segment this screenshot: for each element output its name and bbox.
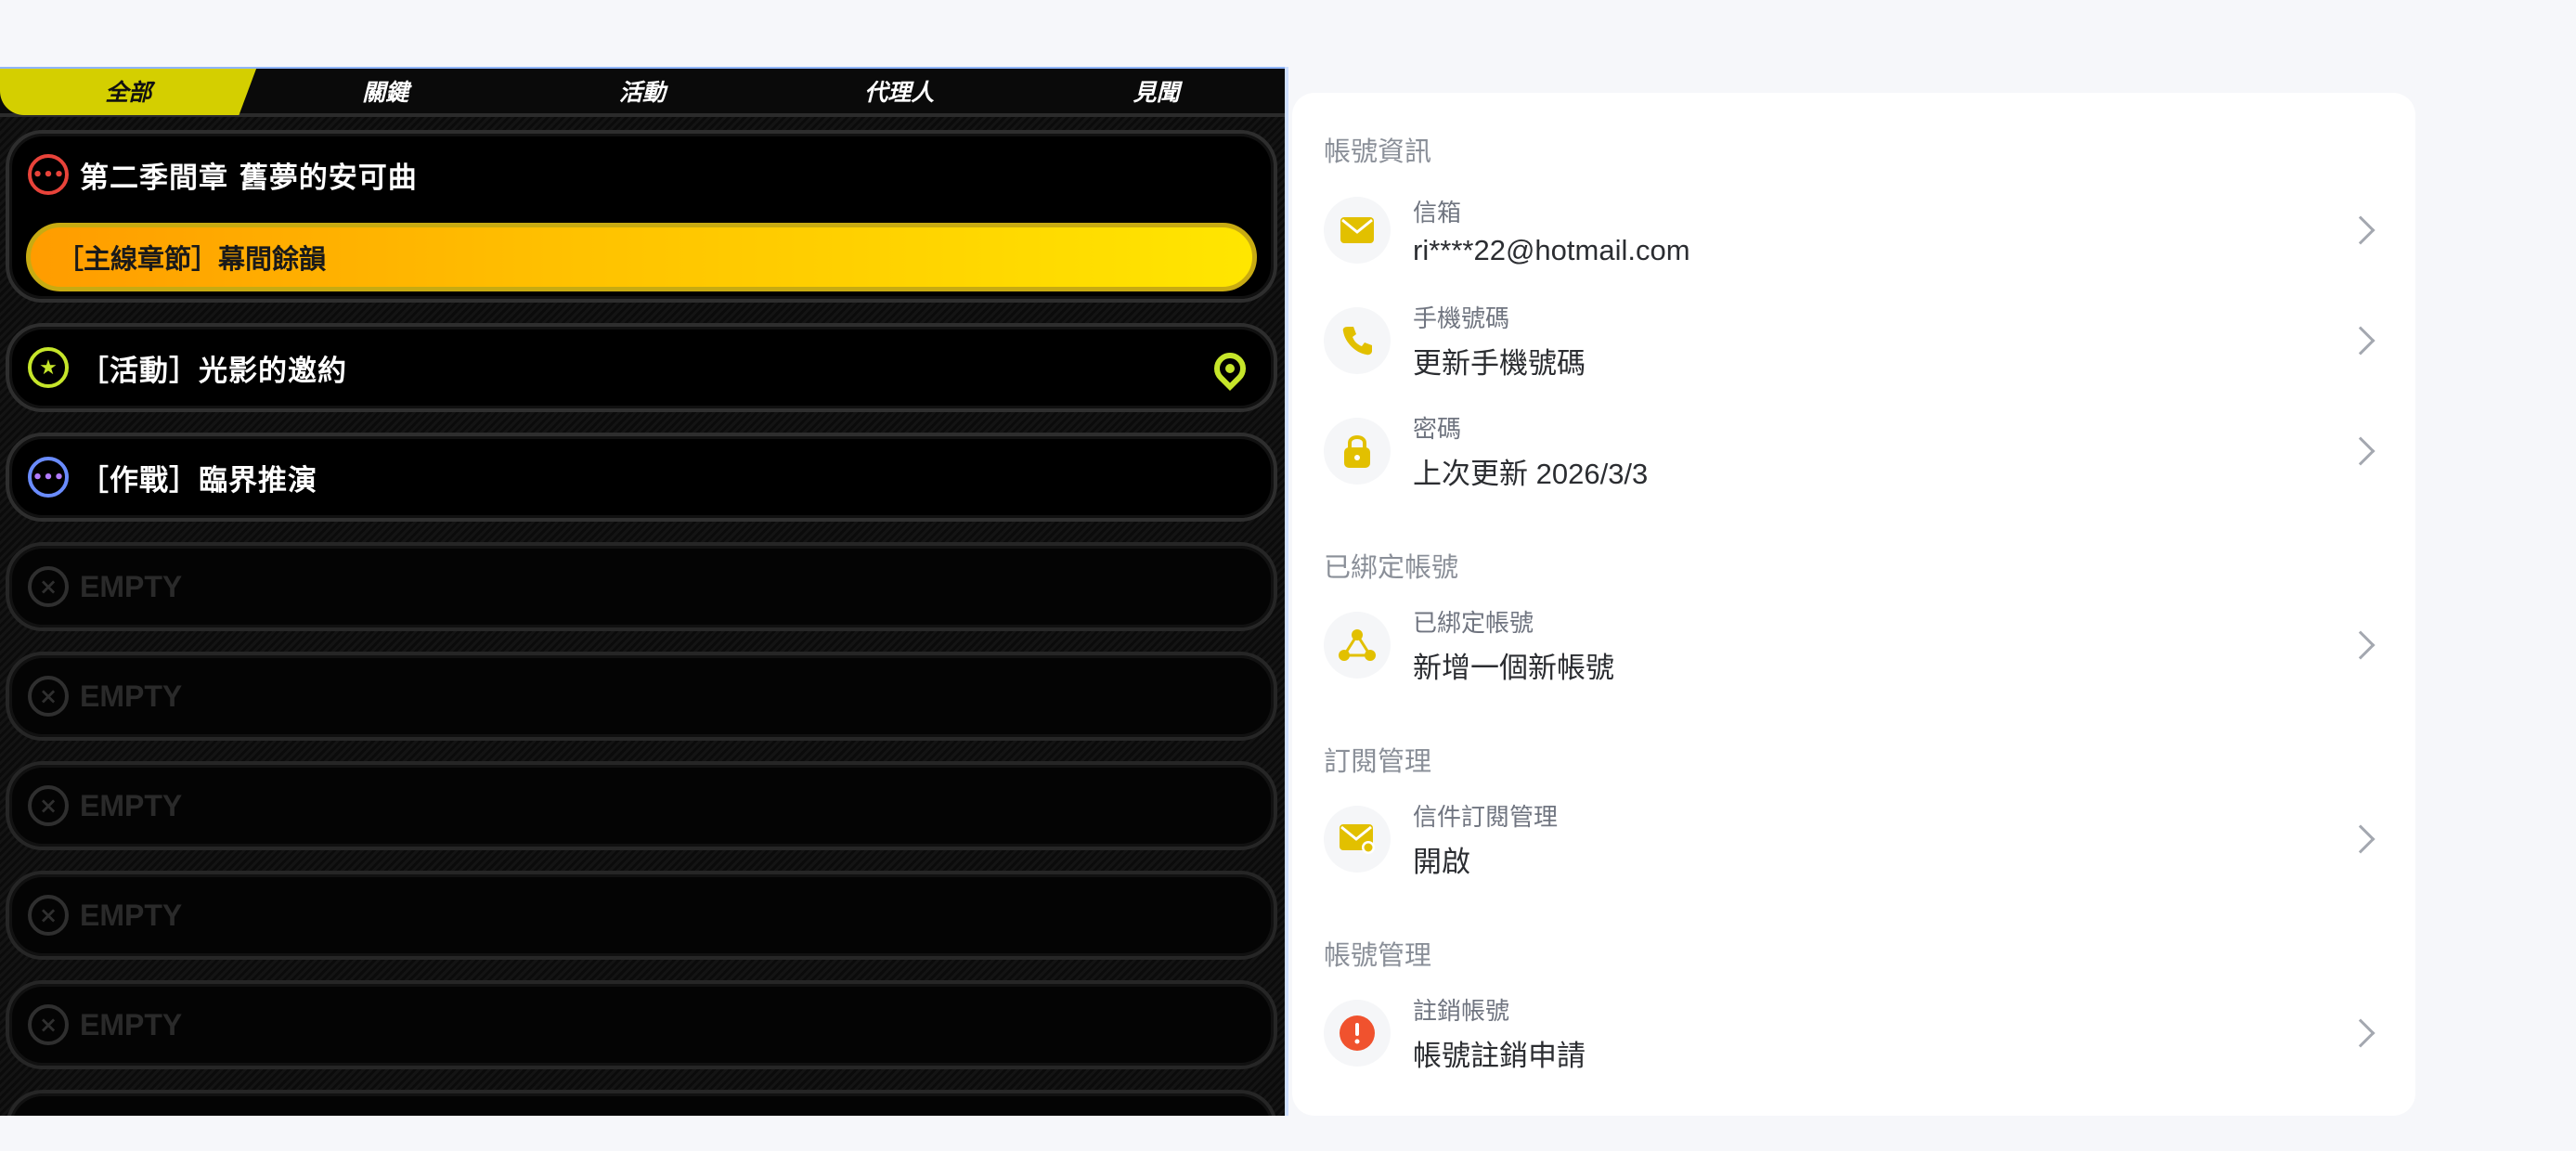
password-row[interactable]: 密碼 上次更新 2026/3/3	[1324, 403, 2388, 499]
quest-slot-partial	[6, 1090, 1277, 1116]
empty-label: EMPTY	[80, 679, 183, 713]
close-circle-icon: ×	[28, 785, 69, 826]
chevron-right-icon	[2346, 1018, 2375, 1048]
dots-red-icon: •••	[28, 154, 69, 195]
mail-notification-icon	[1324, 806, 1391, 873]
star-green-icon: ★	[28, 347, 69, 388]
chevron-right-icon	[2346, 630, 2375, 660]
email-label: 信箱	[1413, 198, 1462, 226]
section-title-subscription: 訂閱管理	[1324, 747, 1432, 777]
tab-event[interactable]: 活動	[514, 69, 771, 115]
email-value: ri****22@hotmail.com	[1413, 233, 1690, 266]
linked-account-row[interactable]: 已綁定帳號 新增一個新帳號	[1324, 597, 2388, 693]
empty-label: EMPTY	[80, 569, 183, 603]
close-circle-icon: ×	[28, 895, 69, 936]
phone-label: 手機號碼	[1413, 304, 1510, 332]
close-circle-icon: ×	[28, 566, 69, 607]
tab-key[interactable]: 關鍵	[257, 69, 514, 115]
close-circle-icon: ×	[28, 676, 69, 717]
quest-panel: 全部 關鍵 活動 代理人 見聞 ••• 第二季間章 舊夢的安可曲 ［主線章節］幕…	[0, 67, 1285, 1116]
chevron-right-icon	[2346, 436, 2375, 466]
dots-blue-icon: •••	[28, 457, 69, 498]
mail-subscription-value: 開啟	[1413, 846, 1470, 878]
delete-account-value: 帳號註銷申請	[1413, 1040, 1586, 1072]
quest-title: ［作戰］臨界推演	[80, 463, 317, 498]
email-row[interactable]: 信箱 ri****22@hotmail.com	[1324, 182, 2388, 278]
mail-subscription-row[interactable]: 信件訂閱管理 開啟	[1324, 791, 2388, 887]
quest-item-operation[interactable]: ••• ［作戰］臨界推演	[6, 433, 1277, 522]
empty-label: EMPTY	[80, 1007, 183, 1041]
empty-label: EMPTY	[80, 788, 183, 822]
delete-account-row[interactable]: 註銷帳號 帳號註銷申請	[1324, 985, 2388, 1081]
quest-subtask-bar[interactable]: ［主線章節］幕間餘韻	[26, 223, 1257, 291]
panel-edge	[1285, 67, 1288, 1116]
phone-value: 更新手機號碼	[1413, 347, 1586, 380]
quest-item-event[interactable]: ★ ［活動］光影的邀約	[6, 323, 1277, 412]
quest-list: ••• 第二季間章 舊夢的安可曲 ［主線章節］幕間餘韻 ★ ［活動］光影的邀約 …	[0, 117, 1285, 1116]
quest-item-main-chapter[interactable]: ••• 第二季間章 舊夢的安可曲 ［主線章節］幕間餘韻	[6, 130, 1277, 303]
chevron-right-icon	[2346, 215, 2375, 245]
section-title-account-info: 帳號資訊	[1324, 137, 1432, 167]
linked-account-label: 已綁定帳號	[1413, 609, 1534, 637]
quest-slot-empty: × EMPTY	[6, 980, 1277, 1069]
quest-slot-empty: × EMPTY	[6, 761, 1277, 850]
tab-lore[interactable]: 見聞	[1028, 69, 1285, 115]
quest-title: 第二季間章 舊夢的安可曲	[80, 161, 418, 195]
quest-slot-empty: × EMPTY	[6, 871, 1277, 960]
tab-all[interactable]: 全部	[0, 69, 257, 115]
mail-icon	[1324, 197, 1391, 264]
quest-title: ［活動］光影的邀約	[80, 354, 347, 388]
account-settings-card: 帳號資訊 信箱 ri****22@hotmail.com 手機號碼 更新手機號碼…	[1292, 93, 2415, 1116]
quest-slot-empty: × EMPTY	[6, 542, 1277, 631]
phone-row[interactable]: 手機號碼 更新手機號碼	[1324, 292, 2388, 389]
chevron-right-icon	[2346, 824, 2375, 854]
empty-label: EMPTY	[80, 898, 183, 932]
password-label: 密碼	[1413, 415, 1462, 443]
quest-slot-empty: × EMPTY	[6, 652, 1277, 741]
phone-icon	[1324, 307, 1391, 374]
link-network-icon	[1324, 612, 1391, 679]
quest-tabbar: 全部 關鍵 活動 代理人 見聞	[0, 69, 1285, 117]
tab-agent[interactable]: 代理人	[770, 69, 1028, 115]
warning-icon	[1324, 1000, 1391, 1067]
section-title-linked: 已綁定帳號	[1324, 553, 1459, 583]
password-value: 上次更新 2026/3/3	[1413, 458, 1649, 490]
chevron-right-icon	[2346, 326, 2375, 356]
mail-subscription-label: 信件訂閱管理	[1413, 803, 1559, 831]
close-circle-icon: ×	[28, 1004, 69, 1045]
linked-account-value: 新增一個新帳號	[1413, 652, 1614, 684]
lock-icon	[1324, 418, 1391, 485]
section-title-management: 帳號管理	[1324, 941, 1432, 971]
delete-account-label: 註銷帳號	[1413, 997, 1510, 1025]
